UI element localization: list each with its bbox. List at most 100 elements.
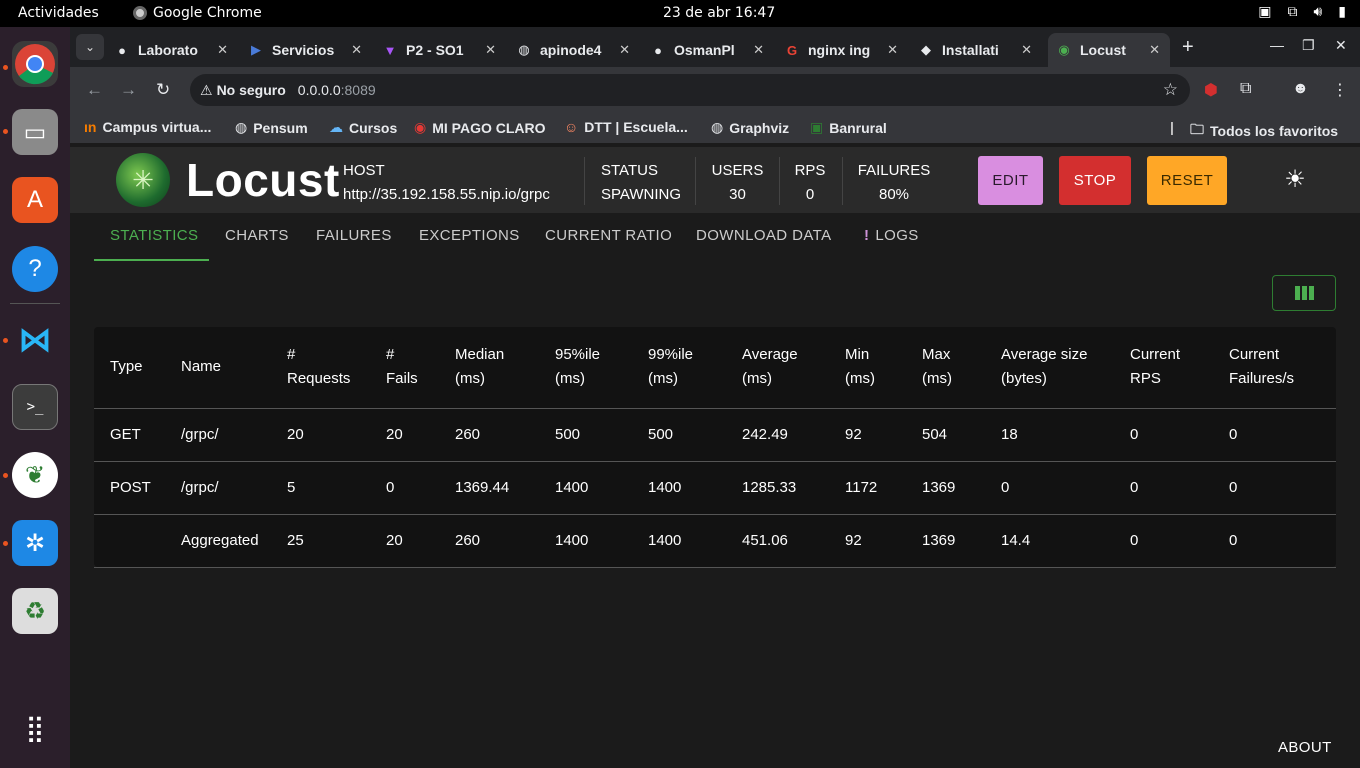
reload-icon[interactable]: ↻ [156,80,170,100]
close-tab-icon[interactable]: ✕ [753,42,764,58]
volume-icon[interactable]: 🔊︎ [1313,4,1322,20]
column-selector-button[interactable] [1272,275,1336,311]
users-label: USERS [711,162,764,179]
trash-dock-icon[interactable]: ♻ [12,588,58,634]
table-cell: 1400 [632,514,726,568]
system-tray[interactable]: ▣ ⧉ 🔊︎ ▮ [1258,4,1346,20]
browser-tab[interactable]: G nginx ing ✕ [784,33,904,67]
column-header[interactable]: Current Failures/s [1213,327,1336,409]
battery-icon[interactable]: ▮ [1338,4,1346,20]
bookmark-item[interactable]: ☁ Cursos [329,119,397,136]
vscode-dock-icon[interactable]: ⋈ [12,317,58,363]
column-header[interactable]: Median (ms) [439,327,539,409]
clock[interactable]: 23 de abr 16:47 [663,5,775,21]
minimize-button[interactable]: — [1270,37,1284,53]
table-cell: 0 [1213,461,1336,515]
extensions-icon[interactable]: ⧉ [1240,80,1251,98]
about-link[interactable]: ABOUT [1278,739,1332,756]
bookmark-item[interactable]: ☺ DTT | Escuela... [564,119,688,135]
back-icon[interactable]: ← [86,80,103,100]
tab-title: Servicios [272,42,335,58]
browser-tab[interactable]: ◍ apinode4 ✕ [516,33,636,67]
warning-icon[interactable]: ⚠ [200,82,213,99]
tab-logs[interactable]: ! LOGS [864,227,919,244]
screenshot-icon[interactable]: ▣ [1258,4,1271,20]
forward-icon[interactable]: → [120,80,137,100]
close-tab-icon[interactable]: ✕ [485,42,496,58]
column-header[interactable]: 95%ile (ms) [539,327,632,409]
bookmark-item[interactable]: ın Campus virtua... [84,119,211,135]
terminal-dock-icon[interactable]: >_ [12,384,58,430]
mongodb-dock-icon[interactable]: ❦ [12,452,58,498]
all-bookmarks-folder[interactable]: 🗀 Todos los favoritos [1190,119,1338,143]
browser-tab[interactable]: ▶ Servicios ✕ [248,33,368,67]
stop-button[interactable]: STOP [1059,156,1131,205]
active-app-indicator[interactable]: Google Chrome [133,5,262,21]
files-dock-icon[interactable]: ▭ [12,109,58,155]
bookmark-star-icon[interactable]: ☆ [1163,80,1178,100]
browser-tab[interactable]: ● Laborato ✕ [114,33,234,67]
theme-toggle-icon[interactable]: ☀ [1282,167,1308,193]
close-tab-icon[interactable]: ✕ [887,42,898,58]
tab-exceptions[interactable]: EXCEPTIONS [419,227,520,244]
software-dock-icon[interactable]: A [12,177,58,223]
restore-button[interactable]: ❐ [1302,37,1315,54]
column-header[interactable]: Name [165,327,271,409]
locust-icon: ◉ [1058,42,1070,57]
header-divider [584,157,585,205]
close-tab-icon[interactable]: ✕ [351,42,362,58]
table-cell: 14.4 [985,514,1114,568]
close-window-button[interactable]: ✕ [1335,37,1347,54]
edit-button[interactable]: EDIT [978,156,1043,205]
help-dock-icon[interactable]: ? [12,246,58,292]
tab-current-ratio[interactable]: CURRENT RATIO [545,227,672,244]
close-tab-icon[interactable]: ✕ [1021,42,1032,58]
bookmark-item[interactable]: ◍ Graphviz [711,119,789,136]
tab-search-button[interactable]: ⌄ [76,34,104,60]
activities-button[interactable]: Actividades [18,5,99,21]
chrome-dock-icon[interactable] [12,41,58,87]
host-info: HOST http://35.192.158.55.nip.io/grpc [343,159,550,207]
tab-logs-label: LOGS [875,227,919,244]
menu-icon[interactable]: ⋮ [1332,80,1348,100]
tab-charts[interactable]: CHARTS [225,227,289,244]
column-header[interactable]: Current RPS [1114,327,1213,409]
ublock-icon[interactable]: ⬢ [1204,80,1218,100]
close-tab-icon[interactable]: ✕ [619,42,630,58]
close-tab-icon[interactable]: ✕ [217,42,228,58]
failures-value: 80% [878,186,910,203]
column-header[interactable]: Average (ms) [726,327,829,409]
address-bar[interactable]: ⚠ No seguro 0.0.0.0 :8089 ☆ [190,74,1190,106]
app-grid-icon[interactable]: ⣿ [12,705,58,751]
browser-tab[interactable]: ▼ P2 - SO1 ✕ [382,33,502,67]
reset-button[interactable]: RESET [1147,156,1227,205]
network-icon[interactable]: ⧉ [1287,4,1297,20]
dock-running-indicator [3,129,8,134]
table-cell: 0 [1114,514,1213,568]
screenshot-tool-dock-icon[interactable]: ✲ [12,520,58,566]
tab-failures[interactable]: FAILURES [316,227,392,244]
column-header[interactable]: Min (ms) [829,327,906,409]
bookmark-item[interactable]: ▣ Banrural [810,119,887,136]
profile-icon[interactable]: ☻ [1292,80,1309,98]
bookmark-item[interactable]: ◉ MI PAGO CLARO [414,119,546,136]
tab-statistics[interactable]: STATISTICS [110,227,198,244]
rps-label: RPS [794,162,826,179]
column-header[interactable]: 99%ile (ms) [632,327,726,409]
browser-tab[interactable]: ● OsmanPl ✕ [650,33,770,67]
tab-download-data[interactable]: DOWNLOAD DATA [696,227,831,244]
browser-tab[interactable]: ◆ Installati ✕ [918,33,1038,67]
column-header[interactable]: Type [94,327,165,409]
close-tab-icon[interactable]: ✕ [1149,42,1160,58]
column-header[interactable]: Max (ms) [906,327,985,409]
table-cell: 1369 [906,514,985,568]
bookmark-item[interactable]: ◍ Pensum [235,119,308,136]
globe-icon: ◍ [235,119,248,135]
new-tab-button[interactable]: + [1182,36,1194,59]
column-header[interactable]: Average size (bytes) [985,327,1114,409]
bookmarks-divider: | [1170,119,1174,135]
column-header[interactable]: # Requests [271,327,370,409]
column-header[interactable]: # Fails [370,327,439,409]
security-status[interactable]: No seguro [217,82,286,98]
browser-tab-active[interactable]: ◉ Locust ✕ [1048,33,1170,67]
